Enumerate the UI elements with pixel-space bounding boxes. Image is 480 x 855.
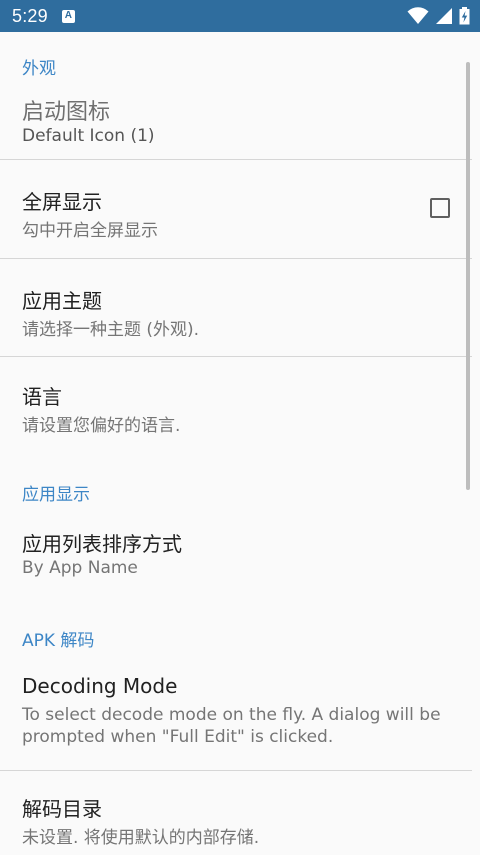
pref-title: 解码目录 (22, 797, 102, 821)
section-header-appearance: 外观 (22, 59, 56, 79)
pref-summary: 请选择一种主题 (外观). (22, 320, 200, 340)
pref-launcher-icon[interactable]: 启动图标 Default Icon (1) (0, 84, 472, 160)
pref-language[interactable]: 语言 请设置您偏好的语言. (0, 357, 472, 452)
pref-fullscreen[interactable]: 全屏显示 勾中开启全屏显示 (0, 160, 472, 258)
pref-title: 语言 (22, 385, 62, 409)
status-icons (407, 7, 470, 25)
pref-title: 应用列表排序方式 (22, 532, 182, 556)
scrollbar[interactable] (466, 62, 470, 490)
battery-charging-icon (459, 7, 470, 25)
pref-title: 全屏显示 (22, 190, 102, 214)
wifi-icon (407, 7, 429, 24)
status-time: 5:29 (12, 5, 48, 26)
pref-summary: To select decode mode on the fly. A dial… (22, 705, 441, 747)
notification-glyph: A (64, 10, 72, 21)
settings-list[interactable]: 外观 启动图标 Default Icon (1) 全屏显示 勾中开启全屏显示 应… (0, 32, 472, 855)
cell-signal-icon (436, 8, 452, 24)
notification-icon: A (61, 9, 75, 23)
pref-title: 启动图标 (22, 100, 111, 125)
status-bar: 5:29 A (0, 0, 480, 32)
section-header-app-display: 应用显示 (22, 485, 90, 505)
pref-title: 应用主题 (22, 289, 102, 313)
pref-decode-directory[interactable]: 解码目录 未设置. 将使用默认的内部存储. (0, 771, 472, 855)
pref-decoding-mode[interactable]: Decoding Mode To select decode mode on t… (0, 656, 472, 770)
pref-app-list-sort[interactable]: 应用列表排序方式 By App Name (0, 510, 472, 592)
pref-summary: 勾中开启全屏显示 (22, 221, 158, 241)
pref-app-theme[interactable]: 应用主题 请选择一种主题 (外观). (0, 259, 472, 357)
pref-summary: 未设置. 将使用默认的内部存储. (22, 828, 260, 848)
fullscreen-checkbox[interactable] (430, 198, 450, 218)
section-header-apk-decode: APK 解码 (22, 631, 95, 651)
pref-summary: 请设置您偏好的语言. (22, 416, 181, 436)
pref-title: Decoding Mode (22, 674, 178, 698)
pref-summary: By App Name (22, 558, 138, 578)
pref-summary: Default Icon (1) (22, 126, 155, 146)
